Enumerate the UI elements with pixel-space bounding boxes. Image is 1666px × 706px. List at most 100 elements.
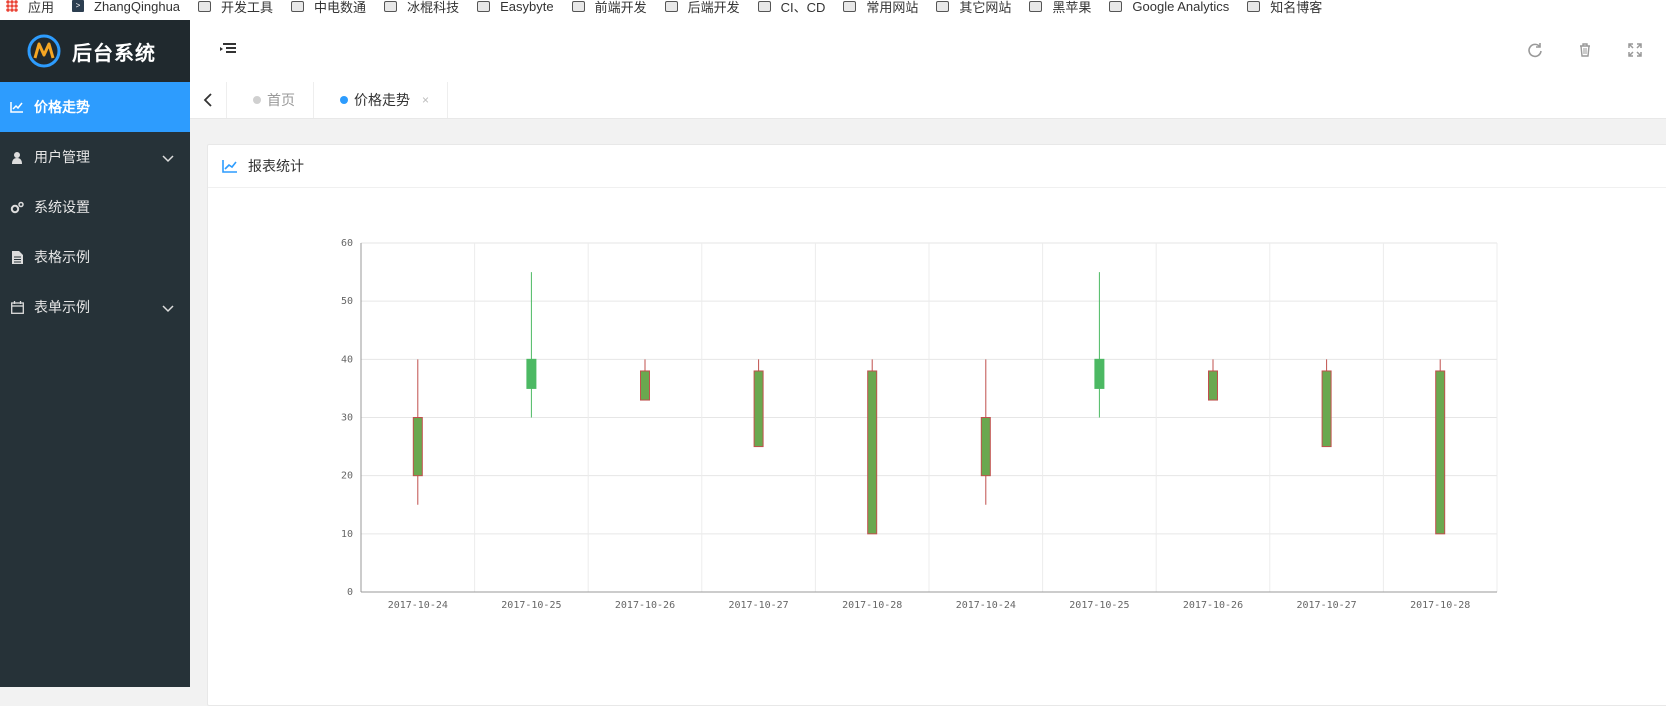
folder-icon [1109,0,1123,12]
folder-icon [664,0,678,12]
bookmark-label: ZhangQinghua [94,0,181,14]
bookmark-label: Easybyte [500,0,554,14]
x-tick-label: 2017-10-25 [501,600,561,611]
y-tick-label: 0 [347,587,353,598]
trash-icon[interactable] [1577,42,1593,63]
folder-icon [477,0,491,12]
sidebar-item[interactable]: 用户管理 [0,132,190,182]
sidebar-menu: 价格走势用户管理系统设置表格示例表单示例 [0,82,190,332]
terminal-icon: > [72,0,85,12]
gears-icon [10,200,24,214]
report-card: 报表统计 0 10 20 30 40 50 60 2017-10-24 2017-10-25 20… [207,144,1666,706]
candle-body [526,358,537,389]
bookmark-label: 开发工具 [221,0,274,15]
tabs-bar: 首页 价格走势 × [190,82,1666,119]
refresh-icon[interactable] [1527,42,1543,63]
bookmark-item[interactable]: 开发工具 [198,0,273,16]
x-tick-label: 2017-10-26 [1183,600,1243,611]
tabs-list: 首页 价格走势 × [227,82,449,118]
sidebar-item-label: 系统设置 [34,199,90,215]
candle-body [867,370,878,535]
sidebar-item[interactable]: 价格走势 [0,82,190,132]
folder-icon [936,0,950,12]
sidebar-item[interactable]: 系统设置 [0,182,190,232]
y-tick-label: 10 [341,529,353,540]
bookmark-item[interactable]: Easybyte [477,0,554,14]
bookmark-label: 前端开发 [594,0,647,15]
bookmark-item[interactable]: 冰棍科技 [384,0,459,16]
apps-grid-icon [6,0,18,12]
user-icon [10,150,24,164]
candle-body [1094,358,1105,389]
tabs-scroll-left-button[interactable] [190,82,227,118]
folder-icon [384,0,398,12]
bookmark-item[interactable]: 黑苹果 [1029,0,1091,16]
bookmark-item[interactable]: 其它网站 [936,0,1011,16]
y-tick-label: 30 [341,413,353,424]
sidebar: 后台系统 价格走势用户管理系统设置表格示例表单示例 [0,20,190,687]
x-tick-label: 2017-10-24 [388,600,448,611]
folder-icon [1029,0,1043,12]
tab-label: 首页 [267,92,295,108]
x-tick-label: 2017-10-24 [956,600,1016,611]
candle-body [1321,370,1332,448]
folder-icon [291,0,305,12]
candle-body [1208,370,1218,401]
bookmark-item[interactable]: 应用 [6,0,54,16]
y-tick-label: 60 [341,238,353,249]
bookmark-label: 黑苹果 [1052,0,1092,15]
candle-body [1435,370,1446,535]
tab[interactable]: 首页 [227,82,314,118]
sidebar-item-label: 表格示例 [34,249,90,265]
logo[interactable]: 后台系统 [0,20,190,82]
bookmark-label: Google Analytics [1132,0,1230,14]
bookmark-item[interactable]: 前端开发 [571,0,647,16]
fullscreen-icon[interactable] [1627,42,1643,63]
tab-label: 价格走势 [354,92,410,108]
bookmark-item[interactable]: 知名博客 [1247,0,1322,16]
candle-body [753,370,764,448]
bookmark-label: 中电数通 [314,0,367,15]
bookmark-item[interactable]: 常用网站 [843,0,918,16]
line-chart-icon [10,100,24,114]
close-icon[interactable]: × [422,93,429,107]
folder-icon [571,0,585,12]
y-tick-label: 20 [341,471,353,482]
bookmark-label: 知名博客 [1270,0,1323,15]
app-title: 后台系统 [72,42,156,65]
bookmark-item[interactable]: > ZhangQinghua [72,0,180,14]
sidebar-item[interactable]: 表格示例 [0,232,190,282]
folder-icon [757,0,771,12]
y-tick-label: 40 [341,354,353,365]
top-header [190,20,1666,83]
x-tick-label: 2017-10-28 [1410,600,1470,611]
x-tick-label: 2017-10-26 [615,600,675,611]
tab-status-dot [340,96,348,104]
bookmark-label: 应用 [28,0,55,15]
folder-icon [198,0,212,12]
chevron-down-icon [162,150,174,166]
bookmark-label: 冰棍科技 [407,0,460,15]
bookmark-item[interactable]: 后端开发 [664,0,740,16]
bookmark-item[interactable]: 中电数通 [291,0,366,16]
candle-body [980,417,991,477]
chevron-down-icon [162,300,174,316]
bookmark-item[interactable]: Google Analytics [1109,0,1229,14]
sidebar-item-label: 用户管理 [34,149,90,165]
sidebar-item[interactable]: 表单示例 [0,282,190,332]
bookmark-label: 常用网站 [866,0,919,15]
bookmark-label: CI、CD [780,0,826,15]
folder-icon [1247,0,1261,12]
x-tick-label: 2017-10-27 [1296,600,1356,611]
bookmark-label: 其它网站 [959,0,1012,15]
chevron-left-icon [203,93,212,107]
menu-fold-icon[interactable] [220,42,236,61]
candle-body [412,417,423,477]
tab-status-dot [253,96,261,104]
tab[interactable]: 价格走势 × [314,82,449,118]
candle-body [640,370,650,401]
sidebar-item-label: 表单示例 [34,299,90,315]
y-tick-label: 50 [341,296,353,307]
bookmark-label: 后端开发 [687,0,740,15]
bookmark-item[interactable]: CI、CD [757,0,826,16]
